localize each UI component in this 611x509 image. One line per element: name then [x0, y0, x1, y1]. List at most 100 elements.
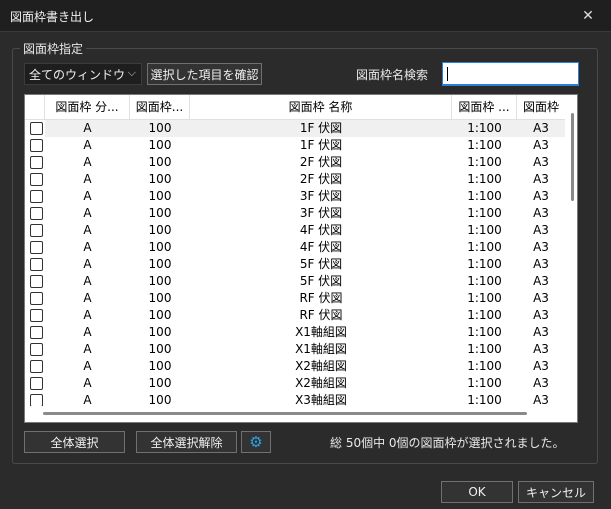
cell-scale: 1:100 — [467, 223, 502, 237]
cell-category: A — [83, 291, 92, 305]
row-checkbox[interactable] — [30, 258, 43, 271]
table-row[interactable]: A 100 X1軸組図 1:100 A3 — [25, 341, 565, 358]
cell-size: A3 — [533, 223, 549, 237]
cell-category: A — [83, 189, 92, 203]
deselect-all-button[interactable]: 全体選択解除 — [136, 431, 237, 453]
cell-scale: 1:100 — [467, 206, 502, 220]
settings-button[interactable]: ⚙ — [241, 431, 271, 453]
table-row[interactable]: A 100 RF 伏図 1:100 A3 — [25, 290, 565, 307]
table-row[interactable]: A 100 4F 伏図 1:100 A3 — [25, 222, 565, 239]
cell-category: A — [83, 257, 92, 271]
table-row[interactable]: A 100 X2軸組図 1:100 A3 — [25, 375, 565, 392]
table-row[interactable]: A 100 X1軸組図 1:100 A3 — [25, 324, 565, 341]
ok-button[interactable]: OK — [441, 481, 513, 503]
row-checkbox[interactable] — [30, 343, 43, 356]
cell-scale: 1:100 — [467, 359, 502, 373]
row-checkbox[interactable] — [30, 173, 43, 186]
drawing-frame-table: 図面枠 分... 図面枠... 図面枠 名称 図面枠 ... 図面枠 A 100… — [24, 94, 578, 423]
table-row[interactable]: A 100 1F 伏図 1:100 A3 — [25, 120, 565, 137]
table-row[interactable]: A 100 2F 伏図 1:100 A3 — [25, 171, 565, 188]
cell-size: A3 — [533, 342, 549, 356]
table-row[interactable]: A 100 5F 伏図 1:100 A3 — [25, 273, 565, 290]
cell-number: 100 — [148, 359, 172, 373]
horizontal-scroll-thumb[interactable] — [43, 412, 527, 415]
cell-scale: 1:100 — [467, 376, 502, 390]
table-body: A 100 1F 伏図 1:100 A3 A 100 1F 伏図 1:100 A… — [25, 120, 565, 406]
cell-name: 4F 伏図 — [299, 223, 343, 237]
cell-category: A — [83, 155, 92, 169]
cell-size: A3 — [533, 308, 549, 322]
cell-category: A — [83, 325, 92, 339]
table-row[interactable]: A 100 2F 伏図 1:100 A3 — [25, 154, 565, 171]
vertical-scrollbar[interactable] — [567, 95, 577, 406]
cell-size: A3 — [533, 172, 549, 186]
text-caret — [447, 67, 448, 81]
cell-scale: 1:100 — [467, 274, 502, 288]
table-row[interactable]: A 100 X3軸組図 1:100 A3 — [25, 392, 565, 406]
close-icon[interactable]: ✕ — [565, 0, 611, 32]
cell-scale: 1:100 — [467, 308, 502, 322]
cell-name: X3軸組図 — [295, 393, 347, 406]
table-row[interactable]: A 100 1F 伏図 1:100 A3 — [25, 137, 565, 154]
row-checkbox[interactable] — [30, 292, 43, 305]
table-row[interactable]: A 100 3F 伏図 1:100 A3 — [25, 205, 565, 222]
cell-size: A3 — [533, 274, 549, 288]
cell-name: 5F 伏図 — [299, 257, 343, 271]
row-checkbox[interactable] — [30, 275, 43, 288]
table-row[interactable]: A 100 3F 伏図 1:100 A3 — [25, 188, 565, 205]
cell-name: RF 伏図 — [299, 291, 343, 305]
cell-size: A3 — [533, 206, 549, 220]
title-bar: 図面枠書き出し ✕ — [0, 0, 611, 32]
cell-number: 100 — [148, 172, 172, 186]
row-checkbox[interactable] — [30, 122, 43, 135]
cell-number: 100 — [148, 291, 172, 305]
cell-scale: 1:100 — [467, 342, 502, 356]
row-checkbox[interactable] — [30, 241, 43, 254]
row-checkbox[interactable] — [30, 190, 43, 203]
confirm-selected-button[interactable]: 選択した項目を確認 — [147, 63, 262, 85]
row-checkbox[interactable] — [30, 139, 43, 152]
cell-size: A3 — [533, 257, 549, 271]
column-header-size[interactable]: 図面枠 — [517, 95, 565, 120]
row-checkbox[interactable] — [30, 394, 43, 406]
table-row[interactable]: A 100 4F 伏図 1:100 A3 — [25, 239, 565, 256]
window-filter-select[interactable]: 全てのウィンドウ ⌵ — [24, 63, 142, 85]
cell-name: X2軸組図 — [295, 376, 347, 390]
cell-scale: 1:100 — [467, 240, 502, 254]
cancel-button[interactable]: キャンセル — [518, 481, 594, 503]
cell-size: A3 — [533, 240, 549, 254]
row-checkbox[interactable] — [30, 156, 43, 169]
row-checkbox[interactable] — [30, 360, 43, 373]
search-label: 図面枠名検索 — [356, 68, 429, 82]
cell-number: 100 — [148, 240, 172, 254]
cell-scale: 1:100 — [467, 291, 502, 305]
select-all-button[interactable]: 全体選択 — [24, 431, 125, 453]
cell-category: A — [83, 342, 92, 356]
cell-category: A — [83, 138, 92, 152]
row-checkbox[interactable] — [30, 224, 43, 237]
cell-number: 100 — [148, 223, 172, 237]
row-checkbox[interactable] — [30, 309, 43, 322]
column-header-number[interactable]: 図面枠... — [130, 95, 190, 120]
column-header-name[interactable]: 図面枠 名称 — [190, 95, 452, 120]
search-input[interactable] — [442, 62, 579, 86]
cell-scale: 1:100 — [467, 172, 502, 186]
row-checkbox[interactable] — [30, 207, 43, 220]
cell-size: A3 — [533, 138, 549, 152]
table-row[interactable]: A 100 X2軸組図 1:100 A3 — [25, 358, 565, 375]
column-header-category[interactable]: 図面枠 分... — [45, 95, 130, 120]
table-row[interactable]: A 100 RF 伏図 1:100 A3 — [25, 307, 565, 324]
vertical-scroll-thumb[interactable] — [571, 113, 574, 201]
cell-scale: 1:100 — [467, 393, 502, 406]
cell-name: X1軸組図 — [295, 325, 347, 339]
row-checkbox[interactable] — [30, 377, 43, 390]
cell-category: A — [83, 274, 92, 288]
cell-name: 5F 伏図 — [299, 274, 343, 288]
cell-category: A — [83, 172, 92, 186]
row-checkbox[interactable] — [30, 326, 43, 339]
cell-number: 100 — [148, 206, 172, 220]
horizontal-scrollbar[interactable] — [25, 406, 567, 422]
column-header-scale[interactable]: 図面枠 ... — [452, 95, 517, 120]
cell-number: 100 — [130, 120, 190, 137]
table-row[interactable]: A 100 5F 伏図 1:100 A3 — [25, 256, 565, 273]
